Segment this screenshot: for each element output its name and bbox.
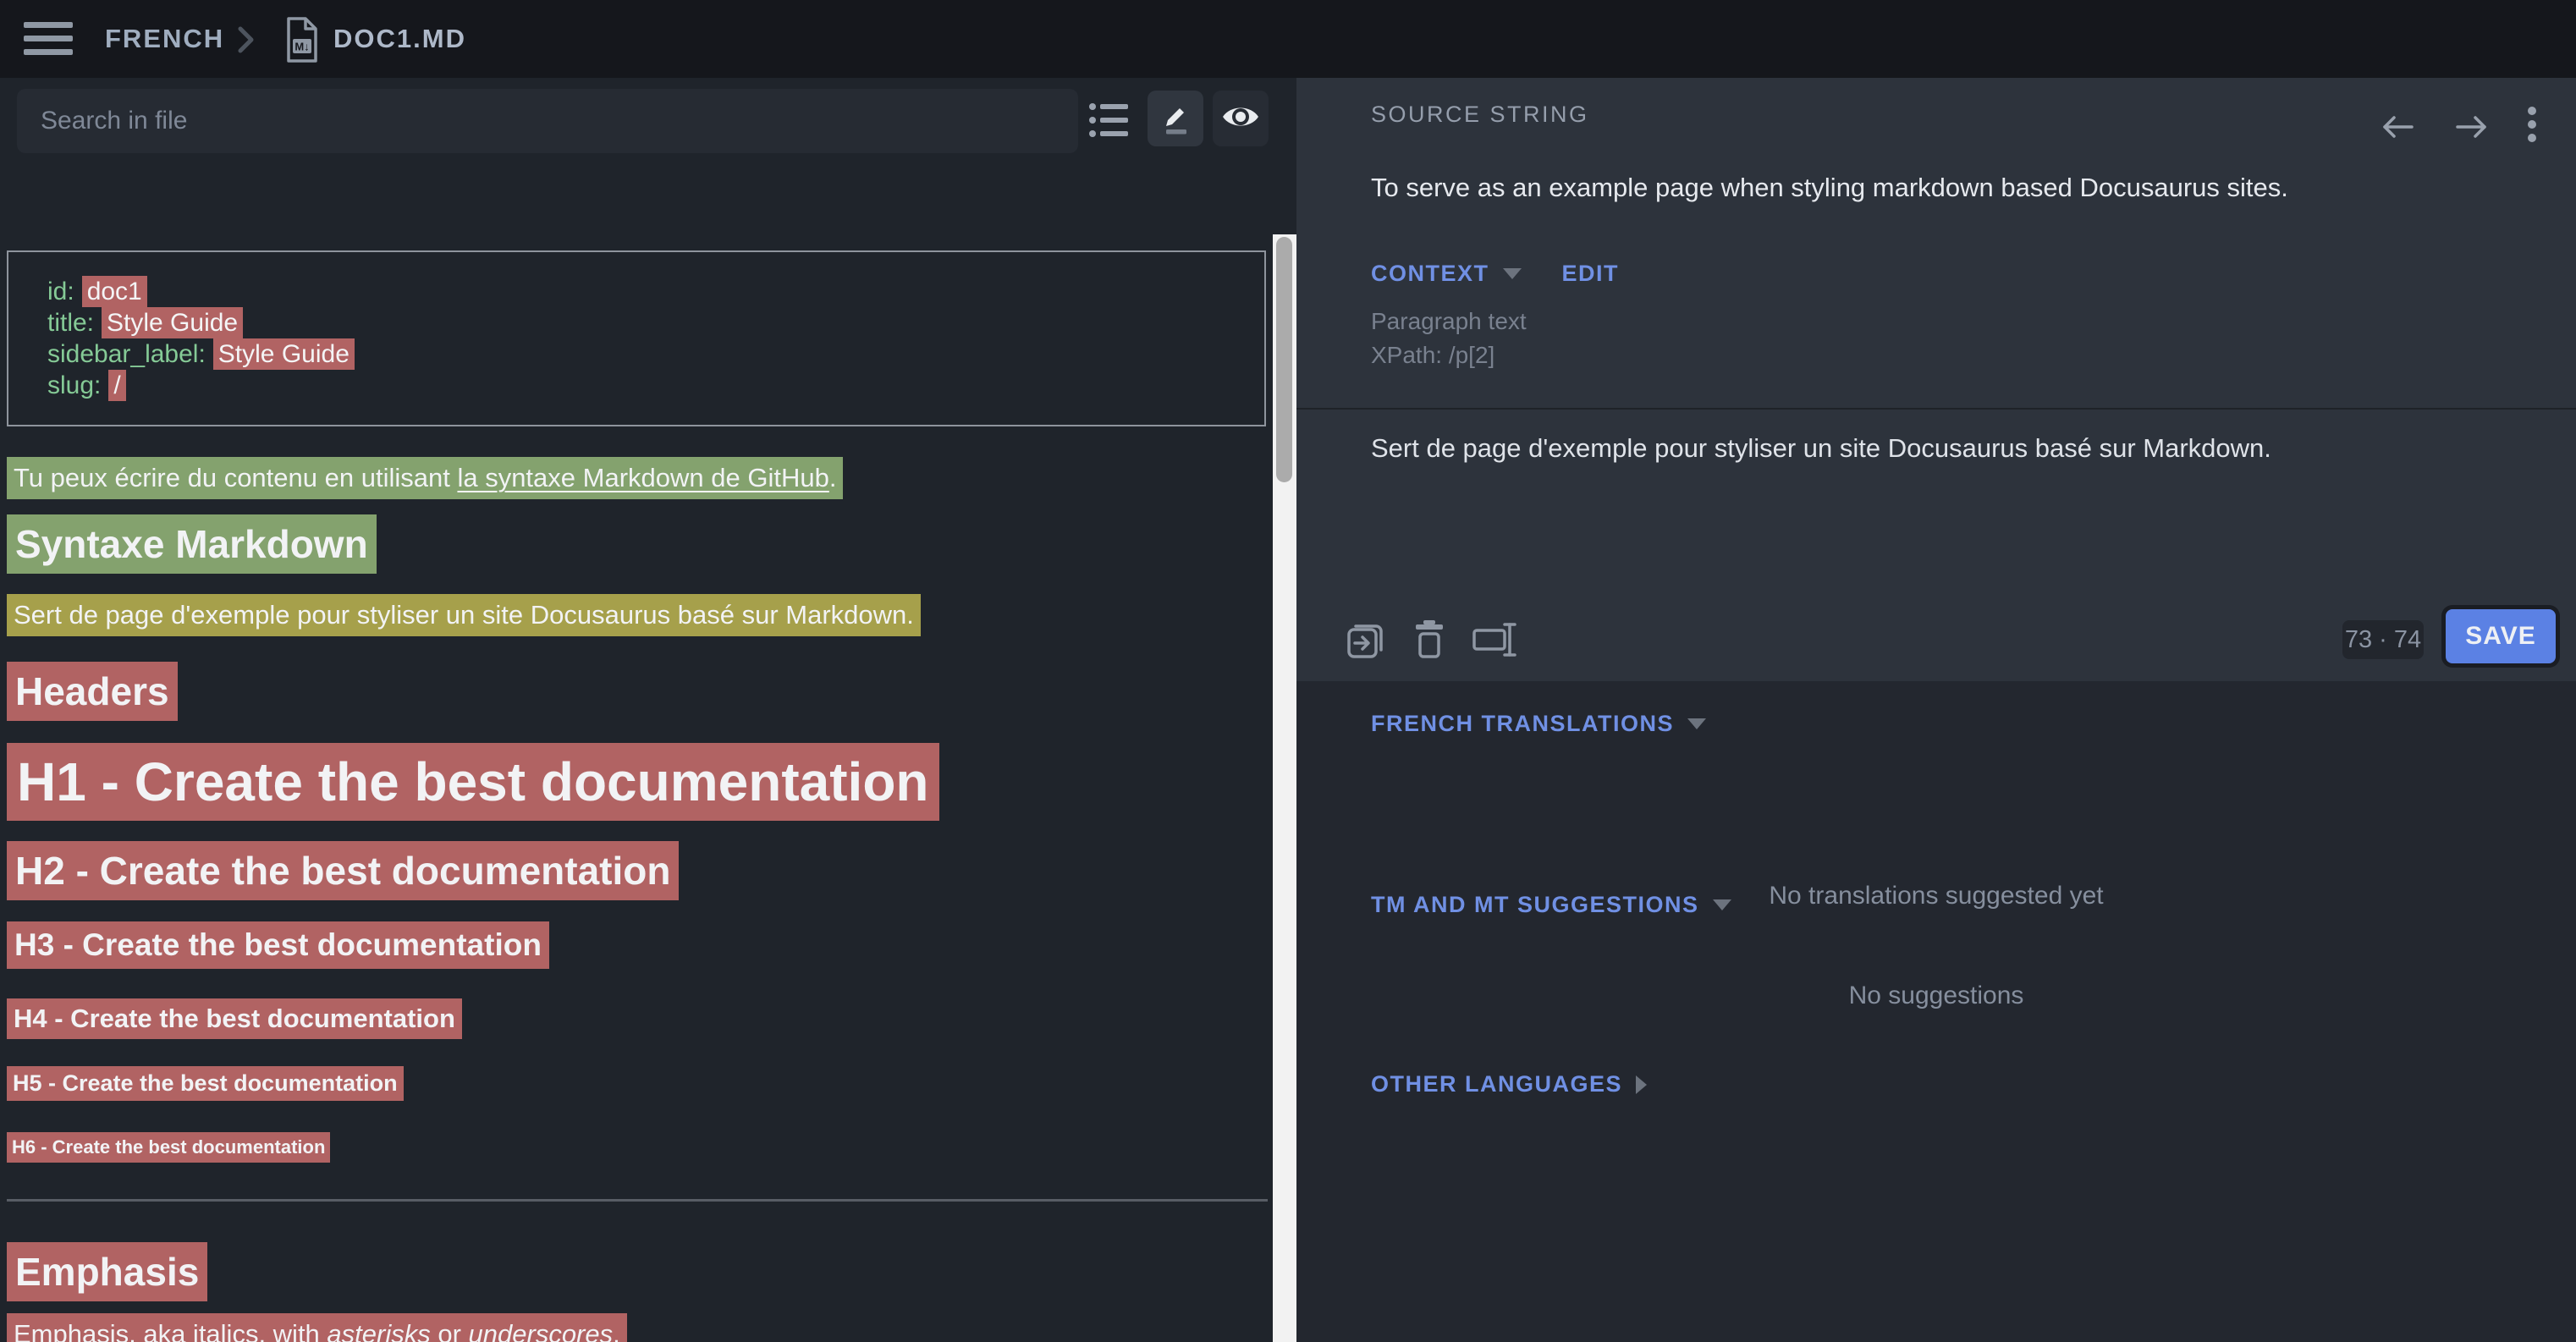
segment-heading-h3[interactable]: H3 - Create the best documentation bbox=[7, 921, 549, 969]
next-string-arrow-icon[interactable] bbox=[2452, 91, 2491, 157]
tm-mt-suggestions-empty-text: No suggestions bbox=[1296, 982, 2576, 1010]
segment-frontmatter-slug[interactable]: / bbox=[108, 370, 125, 401]
frontmatter-line: id:doc1 bbox=[47, 276, 1264, 307]
frontmatter-block: id:doc1 title:Style Guide sidebar_label:… bbox=[7, 250, 1266, 426]
search-input[interactable] bbox=[17, 89, 1078, 153]
delete-translation-icon[interactable] bbox=[1412, 619, 1447, 665]
svg-text:M↓: M↓ bbox=[294, 41, 309, 53]
frontmatter-line: title:Style Guide bbox=[47, 307, 1264, 338]
document-panel: id:doc1 title:Style Guide sidebar_label:… bbox=[0, 78, 1296, 1342]
segment-heading-h2[interactable]: H2 - Create the best documentation bbox=[7, 841, 679, 900]
character-count-badge: 73 · 74 bbox=[2342, 620, 2424, 659]
segment-paragraph-intro[interactable]: Tu peux écrire du contenu en utilisant l… bbox=[7, 457, 843, 499]
breadcrumb-file[interactable]: DOC1.MD bbox=[333, 0, 466, 78]
document-scrollbar-track[interactable] bbox=[1273, 234, 1296, 1342]
segment-frontmatter-title[interactable]: Style Guide bbox=[102, 307, 243, 338]
markdown-file-icon: M↓ bbox=[283, 16, 320, 68]
tm-mt-suggestions-section-header[interactable]: TM AND MT SUGGESTIONS bbox=[1371, 892, 1731, 918]
segment-frontmatter-sidebar-label[interactable]: Style Guide bbox=[213, 338, 355, 370]
preview-mode-button[interactable] bbox=[1213, 91, 1269, 146]
edit-context-button[interactable]: EDIT bbox=[1562, 261, 1620, 287]
chevron-down-icon[interactable] bbox=[1503, 268, 1522, 279]
segment-heading-h1[interactable]: H1 - Create the best documentation bbox=[7, 743, 939, 821]
segment-paragraph-selected[interactable]: Sert de page d'exemple pour styliser un … bbox=[7, 594, 921, 636]
breadcrumb-project[interactable]: FRENCH bbox=[105, 0, 224, 78]
segment-frontmatter-id[interactable]: doc1 bbox=[82, 276, 147, 307]
search-box bbox=[17, 89, 1078, 153]
app-screen: FRENCH M↓ DOC1.MD bbox=[0, 0, 2576, 1342]
document-scrollbar-thumb[interactable] bbox=[1276, 237, 1292, 482]
insert-tag-icon[interactable] bbox=[1471, 618, 1518, 666]
translation-panel: SOURCE STRING To serve as an example pag… bbox=[1296, 78, 2576, 1342]
segment-heading-emphasis[interactable]: Emphasis bbox=[7, 1242, 207, 1301]
segment-heading-headers[interactable]: Headers bbox=[7, 662, 178, 721]
segment-heading-h4[interactable]: H4 - Create the best documentation bbox=[7, 998, 462, 1039]
hamburger-menu-icon[interactable] bbox=[24, 22, 73, 56]
save-button[interactable]: SAVE bbox=[2446, 609, 2556, 663]
source-string-title: SOURCE STRING bbox=[1371, 102, 1589, 128]
chevron-down-icon bbox=[1713, 899, 1731, 910]
kebab-menu-icon[interactable] bbox=[2527, 94, 2537, 154]
section-divider bbox=[1296, 408, 2576, 410]
segment-heading-h6[interactable]: H6 - Create the best documentation bbox=[7, 1132, 330, 1163]
context-element-type: Paragraph text bbox=[1371, 308, 1527, 335]
eye-icon bbox=[1220, 102, 1261, 135]
source-string-section: SOURCE STRING To serve as an example pag… bbox=[1296, 78, 2576, 681]
chevron-down-icon bbox=[1687, 718, 1706, 729]
top-bar: FRENCH M↓ DOC1.MD bbox=[0, 0, 2576, 78]
segment-list-icon[interactable] bbox=[1087, 97, 1133, 143]
document-content: id:doc1 title:Style Guide sidebar_label:… bbox=[0, 156, 1273, 1342]
french-translations-section-header[interactable]: FRENCH TRANSLATIONS bbox=[1371, 711, 1706, 737]
translation-textarea[interactable]: Sert de page d'exemple pour styliser un … bbox=[1371, 433, 2505, 586]
markdown-syntax-link[interactable]: la syntaxe Markdown de GitHub bbox=[457, 463, 828, 492]
insert-source-text-icon[interactable] bbox=[1344, 618, 1388, 666]
context-dropdown[interactable]: CONTEXT bbox=[1371, 261, 1489, 287]
frontmatter-line: sidebar_label:Style Guide bbox=[47, 338, 1264, 370]
source-string-text: To serve as an example page when styling… bbox=[1371, 173, 2288, 203]
frontmatter-line: slug:/ bbox=[47, 370, 1264, 401]
segment-heading-h5[interactable]: H5 - Create the best documentation bbox=[7, 1066, 404, 1101]
segment-paragraph-italics[interactable]: Emphasis, aka italics, with asterisks or… bbox=[7, 1313, 627, 1342]
pencil-icon bbox=[1158, 98, 1193, 140]
chevron-right-icon bbox=[1636, 1075, 1647, 1094]
previous-string-arrow-icon[interactable] bbox=[2378, 91, 2417, 157]
segment-heading-syntax[interactable]: Syntaxe Markdown bbox=[7, 514, 377, 574]
edit-mode-button[interactable] bbox=[1148, 91, 1203, 146]
horizontal-rule bbox=[7, 1199, 1268, 1202]
breadcrumb-chevron-icon bbox=[235, 24, 257, 60]
other-languages-section-header[interactable]: OTHER LANGUAGES bbox=[1371, 1071, 1647, 1097]
context-xpath: XPath: /p[2] bbox=[1371, 342, 1494, 369]
